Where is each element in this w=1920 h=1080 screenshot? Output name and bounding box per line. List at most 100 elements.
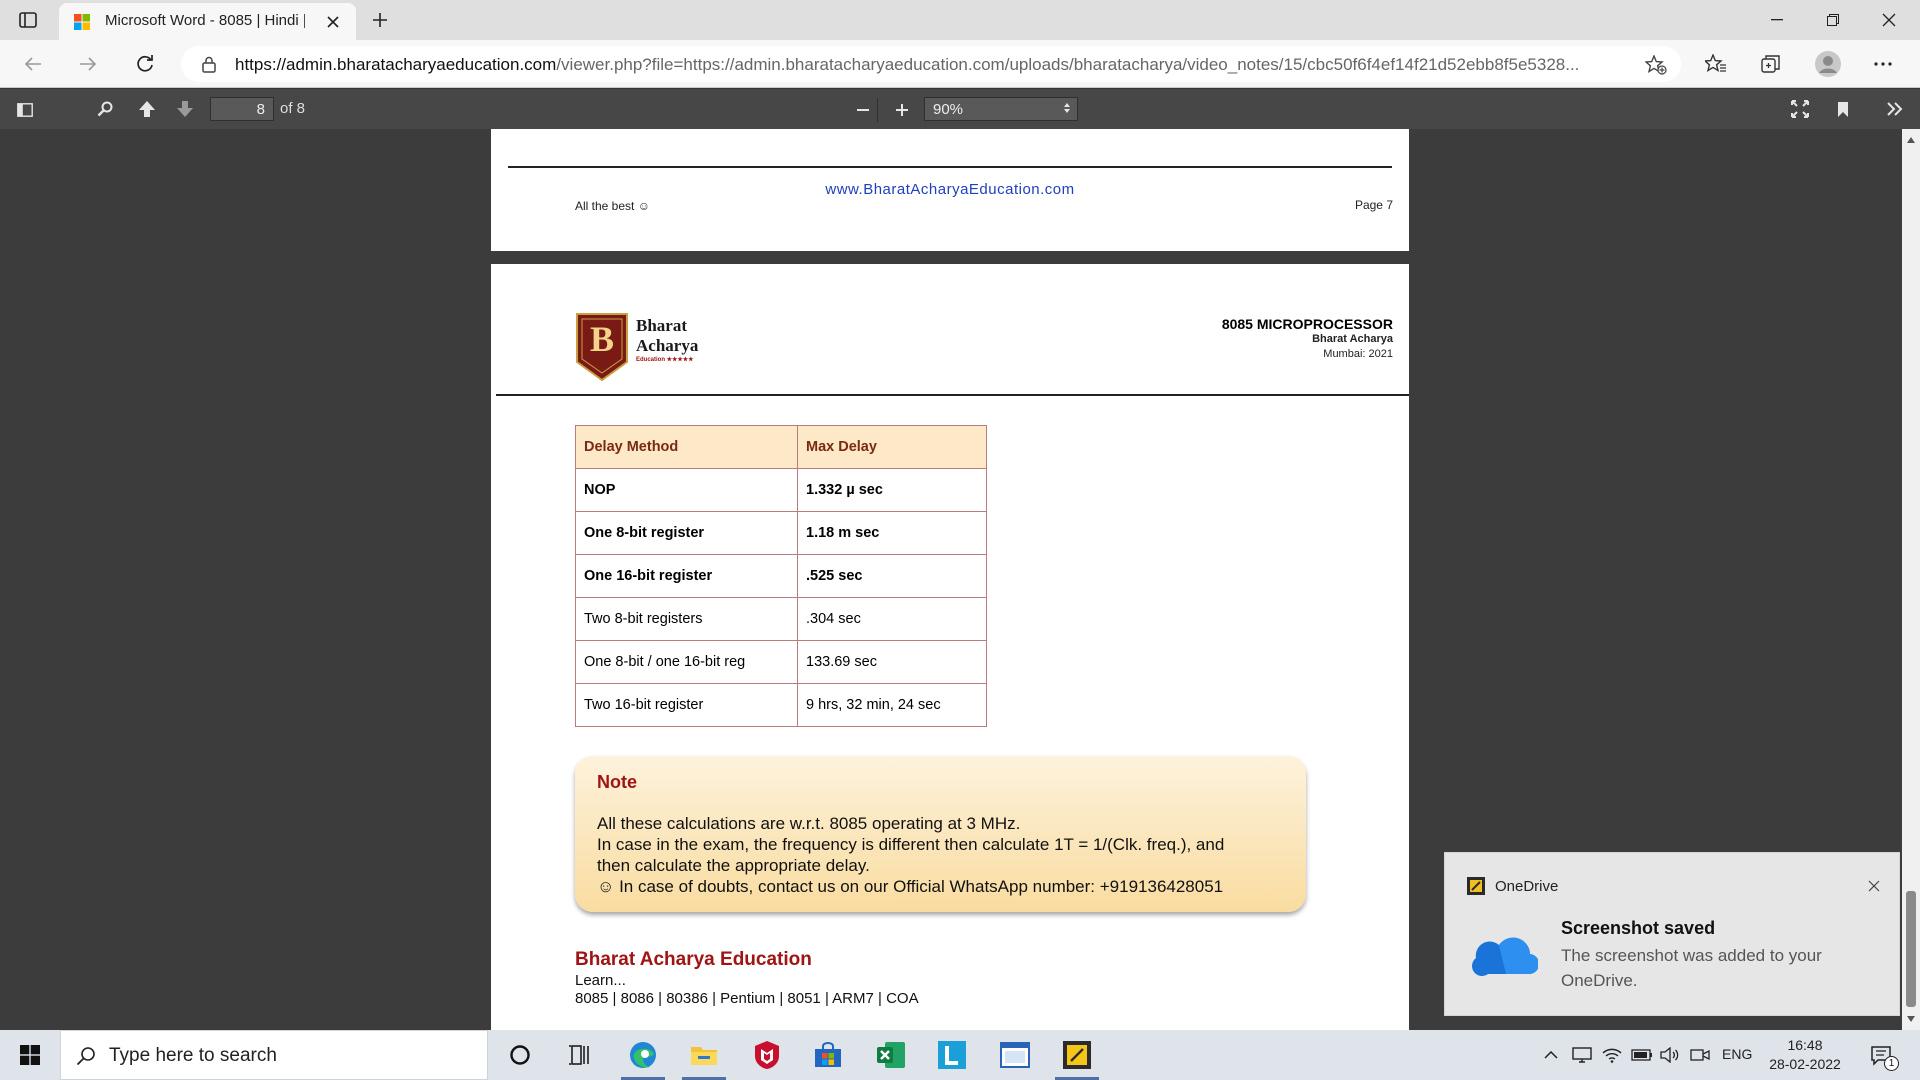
note-line: ☺ In case of doubts, contact us on our O… (597, 877, 1224, 896)
table-cell: Two 8-bit registers (575, 597, 798, 641)
notification-badge: 1 (1884, 1056, 1899, 1071)
onedrive-notification[interactable]: OneDrive Screenshot saved The screenshot… (1444, 852, 1900, 1016)
table-cell: One 16-bit register (575, 554, 798, 598)
toast-close-icon[interactable] (1863, 875, 1885, 897)
scroll-up-icon[interactable] (1907, 137, 1915, 143)
table-cell: .304 sec (797, 597, 987, 641)
clock-time: 16:48 (1787, 1037, 1823, 1053)
table-row: Two 8-bit registers .304 sec (575, 597, 987, 641)
next-page-icon[interactable] (172, 98, 198, 120)
logo-line-3: Education ★★★★★ (636, 357, 694, 363)
profile-avatar-icon[interactable] (1812, 48, 1844, 80)
address-bar[interactable]: https://admin.bharatacharyaeducation.com… (181, 46, 1681, 82)
sidebar-toggle-icon[interactable] (12, 99, 38, 121)
forward-icon[interactable] (73, 50, 103, 78)
page-header: 8085 MICROPROCESSOR Bharat Acharya Mumba… (1051, 317, 1393, 362)
excel-icon[interactable] (861, 1030, 921, 1080)
table-cell: .525 sec (797, 554, 987, 598)
task-view-icon[interactable] (550, 1030, 610, 1080)
windows-icon (20, 1045, 40, 1065)
action-center-icon[interactable]: 1 (1864, 1040, 1900, 1072)
brand-logo: B (575, 312, 629, 382)
company-name: Bharat Acharya Education (575, 949, 812, 970)
note-body: All these calculations are w.r.t. 8085 o… (597, 813, 1297, 897)
scrollbar-thumb[interactable] (1906, 891, 1916, 1007)
zoom-out-icon[interactable] (848, 98, 878, 122)
note-line: In case in the exam, the frequency is di… (597, 835, 1225, 854)
pdf-page-7: All the best ☺ www.BharatAcharyaEducatio… (491, 129, 1409, 251)
back-icon[interactable] (18, 50, 48, 78)
find-icon[interactable] (92, 98, 118, 120)
zoom-select[interactable]: 90% (924, 97, 1078, 121)
page-number-input[interactable]: 8 (210, 97, 274, 121)
microsoft-store-icon[interactable] (798, 1030, 858, 1080)
table-row: One 16-bit register .525 sec (575, 554, 987, 598)
toast-title: Screenshot saved (1561, 918, 1716, 938)
footer-divider (508, 166, 1392, 168)
tab-actions-icon[interactable] (14, 8, 42, 32)
onedrive-app-icon (1467, 877, 1485, 895)
vertical-scrollbar[interactable] (1902, 129, 1920, 1030)
add-favorite-icon[interactable] (1644, 53, 1668, 77)
url-text[interactable]: https://admin.bharatacharyaeducation.com… (235, 55, 1635, 75)
show-hidden-icons-chevron[interactable] (1540, 1044, 1562, 1066)
tab-title: Microsoft Word - 8085 | Hindi | D (105, 12, 305, 29)
browser-tab-active[interactable]: Microsoft Word - 8085 | Hindi | D (59, 3, 356, 40)
app-l-icon[interactable] (922, 1030, 982, 1080)
favorites-icon[interactable] (1701, 50, 1731, 78)
pdf-toolbar: 8 of 8 90% (0, 89, 1920, 129)
start-button[interactable] (0, 1030, 60, 1080)
note-line: All these calculations are w.r.t. 8085 o… (597, 814, 1021, 833)
table-cell: 9 hrs, 32 min, 24 sec (797, 683, 987, 727)
taskbar: Type here to search ENG 16:48 28-02-2022… (0, 1030, 1920, 1080)
footer-website-link[interactable]: www.BharatAcharyaEducation.com (491, 181, 1409, 198)
table-cell: Two 16-bit register (575, 683, 798, 727)
header-divider (496, 394, 1409, 396)
wifi-icon[interactable] (1600, 1044, 1624, 1066)
logo-wordmark: Bharat Acharya Education ★★★★★ (636, 316, 698, 364)
file-explorer-icon[interactable] (674, 1030, 734, 1080)
close-tab-icon[interactable] (324, 13, 342, 31)
battery-icon[interactable] (1630, 1044, 1654, 1066)
cortana-icon[interactable] (490, 1030, 550, 1080)
language-indicator[interactable]: ENG (1722, 1046, 1752, 1062)
table-row: Two 16-bit register 9 hrs, 32 min, 24 se… (575, 683, 987, 727)
zoom-in-icon[interactable] (887, 98, 917, 122)
table-cell: One 8-bit / one 16-bit reg (575, 640, 798, 684)
refresh-icon[interactable] (130, 50, 160, 78)
sticky-notes-icon[interactable] (1047, 1030, 1107, 1080)
footer-page-number: Page 7 (1354, 198, 1393, 212)
select-arrows-icon (1064, 103, 1070, 113)
clock[interactable]: 16:48 28-02-2022 (1762, 1036, 1848, 1074)
table-cell: 1.332 µ sec (797, 468, 987, 512)
pdf-page-8: B Bharat Acharya Education ★★★★★ 8085 MI… (491, 264, 1409, 1030)
tab-bar: Microsoft Word - 8085 | Hindi | D (0, 0, 1920, 40)
footer-left-text: All the best ☺ (575, 199, 650, 213)
edge-browser-icon[interactable] (613, 1030, 673, 1080)
tools-icon[interactable] (1882, 98, 1908, 120)
header-author: Bharat Acharya (1312, 333, 1393, 345)
close-window-button[interactable] (1861, 0, 1917, 40)
mcafee-icon[interactable] (737, 1030, 797, 1080)
search-placeholder: Type here to search (109, 1045, 277, 1066)
more-options-icon[interactable] (1868, 50, 1898, 78)
restore-button[interactable] (1805, 0, 1861, 40)
presentation-mode-icon[interactable] (1787, 98, 1813, 120)
logo-line-1: Bharat (636, 316, 687, 335)
minimize-button[interactable] (1749, 0, 1805, 40)
note-line: then calculate the appropriate delay. (597, 856, 870, 875)
window-app-icon[interactable] (985, 1030, 1045, 1080)
new-tab-icon[interactable] (366, 8, 394, 32)
volume-icon[interactable] (1658, 1044, 1682, 1066)
collections-icon[interactable] (1756, 50, 1786, 78)
scroll-down-icon[interactable] (1907, 1016, 1915, 1022)
meet-now-icon[interactable] (1688, 1044, 1712, 1066)
bookmark-icon[interactable] (1830, 98, 1856, 120)
previous-page-icon[interactable] (134, 98, 160, 120)
taskbar-search-box[interactable]: Type here to search (60, 1030, 488, 1080)
tray-device-icon[interactable] (1570, 1044, 1594, 1066)
search-icon (75, 1045, 97, 1067)
lock-icon[interactable] (199, 54, 219, 74)
table-cell: 133.69 sec (797, 640, 987, 684)
zoom-value: 90% (933, 101, 964, 118)
